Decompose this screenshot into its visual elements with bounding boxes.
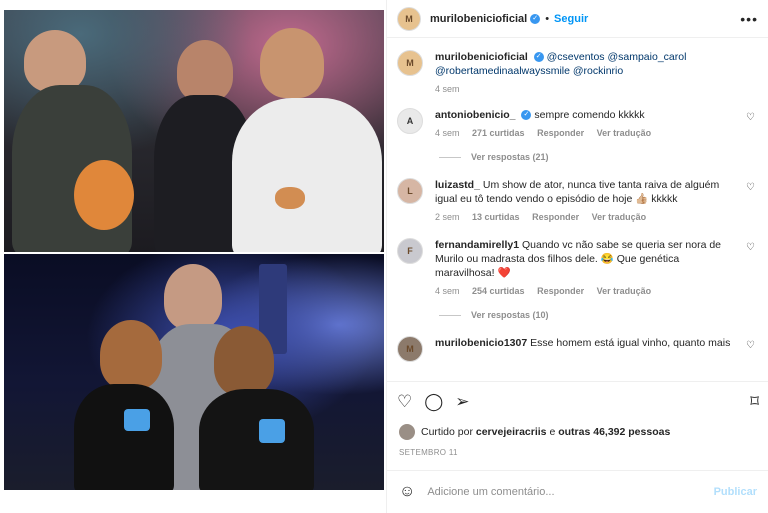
publish-button[interactable]: Publicar (714, 486, 757, 498)
comment-text: Esse homem está igual vinho, quanto mais (530, 337, 731, 349)
reply-button[interactable]: Responder (537, 128, 584, 138)
comment-input[interactable] (427, 486, 714, 498)
post-photo-bottom (4, 254, 384, 490)
heart-icon[interactable]: ♡ (746, 182, 755, 193)
translate-button[interactable]: Ver tradução (592, 212, 647, 222)
post-actions-bar: ♡ ◯ ➢ ⌑ (387, 381, 768, 421)
liked-by-conj: e (549, 426, 556, 438)
view-replies-label: Ver respostas (10) (471, 310, 549, 320)
post-media[interactable] (0, 0, 386, 513)
commenter-avatar[interactable]: A (397, 108, 423, 134)
verified-badge-icon: ✓ (533, 52, 544, 63)
translate-button[interactable]: Ver tradução (597, 128, 652, 138)
post-side-panel: M murilobenicioficial ✓ • Seguir ••• M m… (386, 0, 768, 513)
caption-avatar[interactable]: M (397, 50, 423, 76)
commenter-avatar[interactable]: M (397, 336, 423, 362)
commenter-avatar[interactable]: L (397, 178, 423, 204)
author-username[interactable]: murilobenicioficial (430, 13, 527, 25)
post-caption: M murilobenicioficial ✓ @cseventos @samp… (397, 50, 759, 94)
add-comment-bar: ☺ Publicar (387, 470, 768, 513)
reply-button[interactable]: Responder (537, 286, 584, 296)
liked-by-prefix: Curtido por (421, 426, 473, 438)
comment-item: M murilobenicio1307 Esse homem está igua… (397, 336, 759, 362)
comment-time[interactable]: 4 sem (435, 286, 460, 296)
comment-item: A antoniobenicio_ ✓ sempre comendo kkkkk… (397, 108, 759, 138)
post-photo-top (4, 10, 384, 252)
comment-username[interactable]: luizastd_ (435, 179, 480, 191)
caption-time[interactable]: 4 sem (435, 84, 460, 94)
media-bottom-space (4, 490, 384, 513)
like-heart-icon[interactable]: ♡ (397, 393, 412, 410)
author-avatar[interactable]: M (397, 6, 421, 31)
follow-button[interactable]: Seguir (554, 13, 588, 25)
emoji-icon[interactable]: ☺ (399, 483, 415, 501)
more-options-icon[interactable]: ••• (740, 11, 758, 27)
verified-badge-icon: ✓ (521, 110, 532, 121)
comment-username[interactable]: murilobenicio1307 (435, 337, 527, 349)
translate-button[interactable]: Ver tradução (597, 286, 652, 296)
liked-by-user[interactable]: cervejeiracriis (476, 426, 547, 438)
comment-item: L luizastd_ Um show de ator, nunca tive … (397, 178, 759, 222)
comments-list[interactable]: M murilobenicioficial ✓ @cseventos @samp… (387, 38, 768, 378)
heart-icon[interactable]: ♡ (746, 242, 755, 253)
post-date[interactable]: SETEMBRO 11 (399, 448, 458, 457)
share-send-icon[interactable]: ➢ (455, 393, 469, 410)
comment-time[interactable]: 2 sem (435, 212, 460, 222)
comment-username[interactable]: fernandamirelly1 (435, 239, 519, 251)
verified-badge-icon: ✓ (530, 13, 541, 24)
heart-icon[interactable]: ♡ (746, 112, 755, 123)
comment-likes[interactable]: 271 curtidas (472, 128, 525, 138)
view-replies-button[interactable]: Ver respostas (21) (439, 152, 759, 162)
commenter-avatar[interactable]: F (397, 238, 423, 264)
replies-divider (439, 156, 461, 158)
comment-bubble-icon[interactable]: ◯ (424, 393, 443, 410)
separator-dot: • (545, 12, 550, 25)
view-replies-label: Ver respostas (21) (471, 152, 549, 162)
save-bookmark-icon[interactable]: ⌑ (750, 393, 759, 410)
post-header: M murilobenicioficial ✓ • Seguir ••• (387, 0, 768, 38)
heart-icon[interactable]: ♡ (746, 340, 755, 351)
comment-time[interactable]: 4 sem (435, 128, 460, 138)
liked-by-others[interactable]: outras 46,392 pessoas (558, 426, 670, 438)
liker-avatar[interactable] (399, 424, 415, 440)
comment-likes[interactable]: 13 curtidas (472, 212, 520, 222)
comment-text: sempre comendo kkkkk (534, 109, 645, 121)
comment-likes[interactable]: 254 curtidas (472, 286, 525, 296)
view-replies-button[interactable]: Ver respostas (10) (439, 310, 759, 320)
caption-username[interactable]: murilobenicioficial (435, 51, 528, 63)
comment-item: F fernandamirelly1 Quando vc não sabe se… (397, 238, 759, 296)
liked-by-row[interactable]: Curtido por cervejeiracriis e outras 46,… (399, 424, 670, 440)
comment-username[interactable]: antoniobenicio_ (435, 109, 516, 121)
replies-divider (439, 314, 461, 316)
reply-button[interactable]: Responder (532, 212, 579, 222)
